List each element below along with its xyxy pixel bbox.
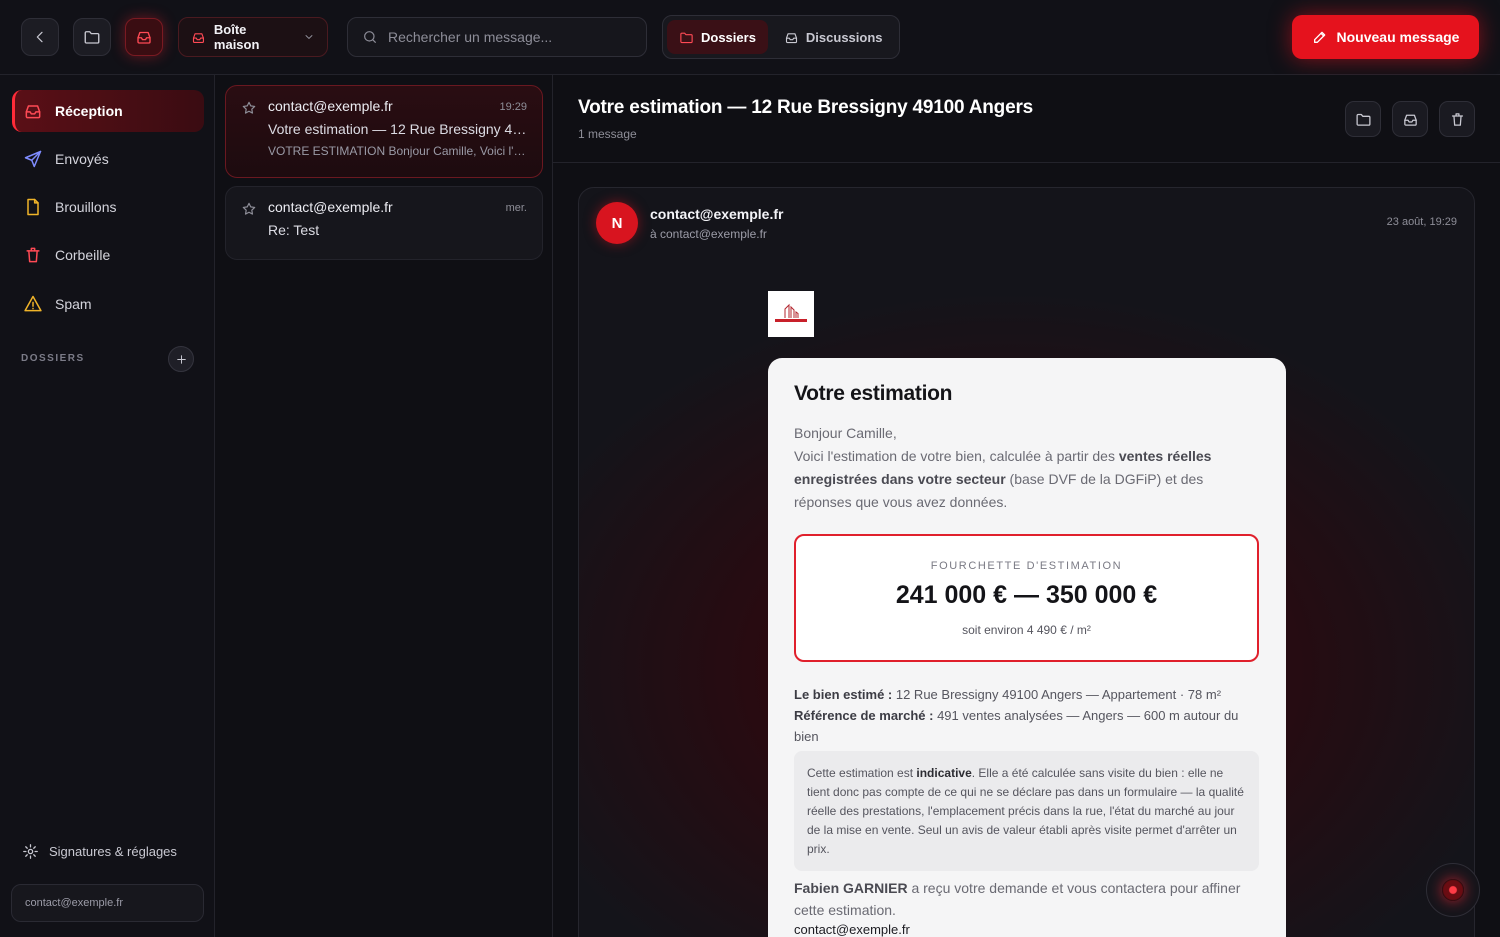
property-facts: Le bien estimé : 12 Rue Bressigny 49100 … xyxy=(794,684,1260,747)
inbox-button[interactable] xyxy=(125,18,163,56)
tab-label: Dossiers xyxy=(701,29,756,45)
email-heading: Votre estimation xyxy=(794,382,953,405)
sidebar-item-spam[interactable]: Spam xyxy=(12,283,204,325)
record-icon xyxy=(1442,879,1464,901)
gear-icon xyxy=(23,844,38,859)
folders-section-label: DOSSIERS xyxy=(21,353,85,364)
sidebar-item-label: Spam xyxy=(55,296,92,312)
tab-label: Discussions xyxy=(805,29,883,45)
agent-contact: Fabien GARNIER a reçu votre demande et v… xyxy=(794,877,1260,921)
folder-icon xyxy=(680,32,693,43)
trash-icon xyxy=(1451,112,1463,126)
chevron-left-icon xyxy=(36,31,43,43)
view-switcher: Dossiers Discussions xyxy=(662,15,900,59)
new-message-label: Nouveau message xyxy=(1336,29,1460,45)
sidebar-item-brouillons[interactable]: Brouillons xyxy=(12,186,204,228)
folder-icon xyxy=(1355,113,1371,126)
pencil-icon xyxy=(1313,31,1325,43)
mail-date: 23 août, 19:29 xyxy=(1386,216,1457,228)
search-input[interactable] xyxy=(388,29,628,45)
mail-card: N contact@exemple.fr à contact@exemple.f… xyxy=(578,187,1475,937)
search-box xyxy=(347,17,647,57)
sidebar-item-label: Réception xyxy=(55,103,123,119)
notice-bold: indicative xyxy=(916,766,972,780)
sidebar-item-reception[interactable]: Réception xyxy=(12,90,204,132)
inbox-icon xyxy=(785,32,797,43)
tab-discussions[interactable]: Discussions xyxy=(772,20,895,54)
avatar: N xyxy=(596,202,638,244)
range-label: FOURCHETTE D'ESTIMATION xyxy=(930,560,1123,572)
tab-dossiers[interactable]: Dossiers xyxy=(667,20,768,54)
fact-value: 12 Rue Bressigny 49100 Angers — Appartem… xyxy=(892,687,1222,702)
fact-label: Le bien estimé : xyxy=(794,687,893,702)
sidebar-item-envoyes[interactable]: Envoyés xyxy=(12,138,204,180)
search-icon xyxy=(364,31,376,43)
warning-icon xyxy=(24,295,42,312)
list-item[interactable]: contact@exemple.fr 19:29 Votre estimatio… xyxy=(225,85,543,178)
greeting: Bonjour Camille, xyxy=(794,425,897,441)
intro-text: Voici l'estimation de votre bien, calcul… xyxy=(794,448,1119,464)
message-list: contact@exemple.fr 19:29 Votre estimatio… xyxy=(215,75,553,937)
mailbox-selector[interactable]: Boîte maison xyxy=(178,17,328,57)
settings-label: Signatures & réglages xyxy=(49,844,177,859)
reader-header: Votre estimation — 12 Rue Bressigny 4910… xyxy=(553,75,1500,163)
draft-icon xyxy=(27,198,39,216)
sidebar: Réception Envoyés Brouillons Corbeille S… xyxy=(0,75,215,937)
estimate-range-box: FOURCHETTE D'ESTIMATION 241 000 € — 350 … xyxy=(794,534,1259,662)
account-switcher[interactable]: contact@exemple.fr xyxy=(11,884,204,922)
move-to-inbox-button[interactable] xyxy=(1392,101,1428,137)
inbox-icon xyxy=(192,32,204,43)
price-per-sqm: soit environ 4 490 € / m² xyxy=(962,623,1091,637)
inbox-icon xyxy=(137,31,151,44)
folder-icon xyxy=(84,31,100,44)
message-sender: contact@exemple.fr xyxy=(268,199,393,215)
top-bar: Boîte maison Dossiers Discussions Nouvea… xyxy=(0,0,1500,75)
plus-icon xyxy=(176,354,186,364)
sidebar-item-label: Corbeille xyxy=(55,247,111,263)
message-reader: Votre estimation — 12 Rue Bressigny 4910… xyxy=(553,75,1500,937)
star-icon[interactable] xyxy=(241,201,257,217)
range-value: 241 000 € — 350 000 € xyxy=(895,581,1158,609)
inbox-icon xyxy=(1403,114,1417,126)
thread-message-count: 1 message xyxy=(578,127,637,141)
move-to-folder-button[interactable] xyxy=(1345,101,1381,137)
mailbox-label: Boîte maison xyxy=(213,22,260,52)
sidebar-item-label: Brouillons xyxy=(55,199,117,215)
message-sender: contact@exemple.fr xyxy=(268,98,393,114)
star-icon[interactable] xyxy=(241,100,257,116)
list-item[interactable]: contact@exemple.fr mer. Re: Test xyxy=(225,186,543,260)
thread-title: Votre estimation — 12 Rue Bressigny 4910… xyxy=(578,97,1034,118)
disclaimer-notice: Cette estimation est indicative. Elle a … xyxy=(794,751,1259,871)
email-body: Votre estimation Bonjour Camille, Voici … xyxy=(768,358,1286,937)
sidebar-item-label: Envoyés xyxy=(55,151,109,167)
account-email: contact@exemple.fr xyxy=(25,897,123,909)
email-intro: Bonjour Camille, Voici l'estimation de v… xyxy=(794,422,1260,514)
settings-link[interactable]: Signatures & réglages xyxy=(22,843,177,860)
inbox-icon xyxy=(25,105,41,119)
message-preview: VOTRE ESTIMATION Bonjour Camille, Voici … xyxy=(268,144,528,158)
agency-logo xyxy=(768,291,814,337)
sidebar-item-corbeille[interactable]: Corbeille xyxy=(12,234,204,276)
agent-name: Fabien GARNIER xyxy=(794,880,908,896)
mail-sender: contact@exemple.fr xyxy=(650,206,784,222)
delete-button[interactable] xyxy=(1439,101,1475,137)
message-time: mer. xyxy=(505,202,527,214)
mail-recipient: à contact@exemple.fr xyxy=(650,227,767,241)
assistant-button[interactable] xyxy=(1426,863,1480,917)
send-icon xyxy=(24,150,42,168)
message-subject: Votre estimation — 12 Rue Bressigny 4910… xyxy=(268,121,528,137)
chevron-down-icon xyxy=(305,35,313,39)
add-folder-button[interactable] xyxy=(168,346,194,372)
message-time: 19:29 xyxy=(499,101,527,113)
new-message-button[interactable]: Nouveau message xyxy=(1292,15,1479,59)
fact-label: Référence de marché : xyxy=(794,708,934,723)
back-button[interactable] xyxy=(21,18,59,56)
agent-email-link[interactable]: contact@exemple.fr xyxy=(794,922,1260,937)
trash-icon xyxy=(26,247,40,263)
notice-text: Cette estimation est xyxy=(807,766,917,780)
message-subject: Re: Test xyxy=(268,222,320,238)
folders-button[interactable] xyxy=(73,18,111,56)
logo-icon xyxy=(775,303,807,322)
